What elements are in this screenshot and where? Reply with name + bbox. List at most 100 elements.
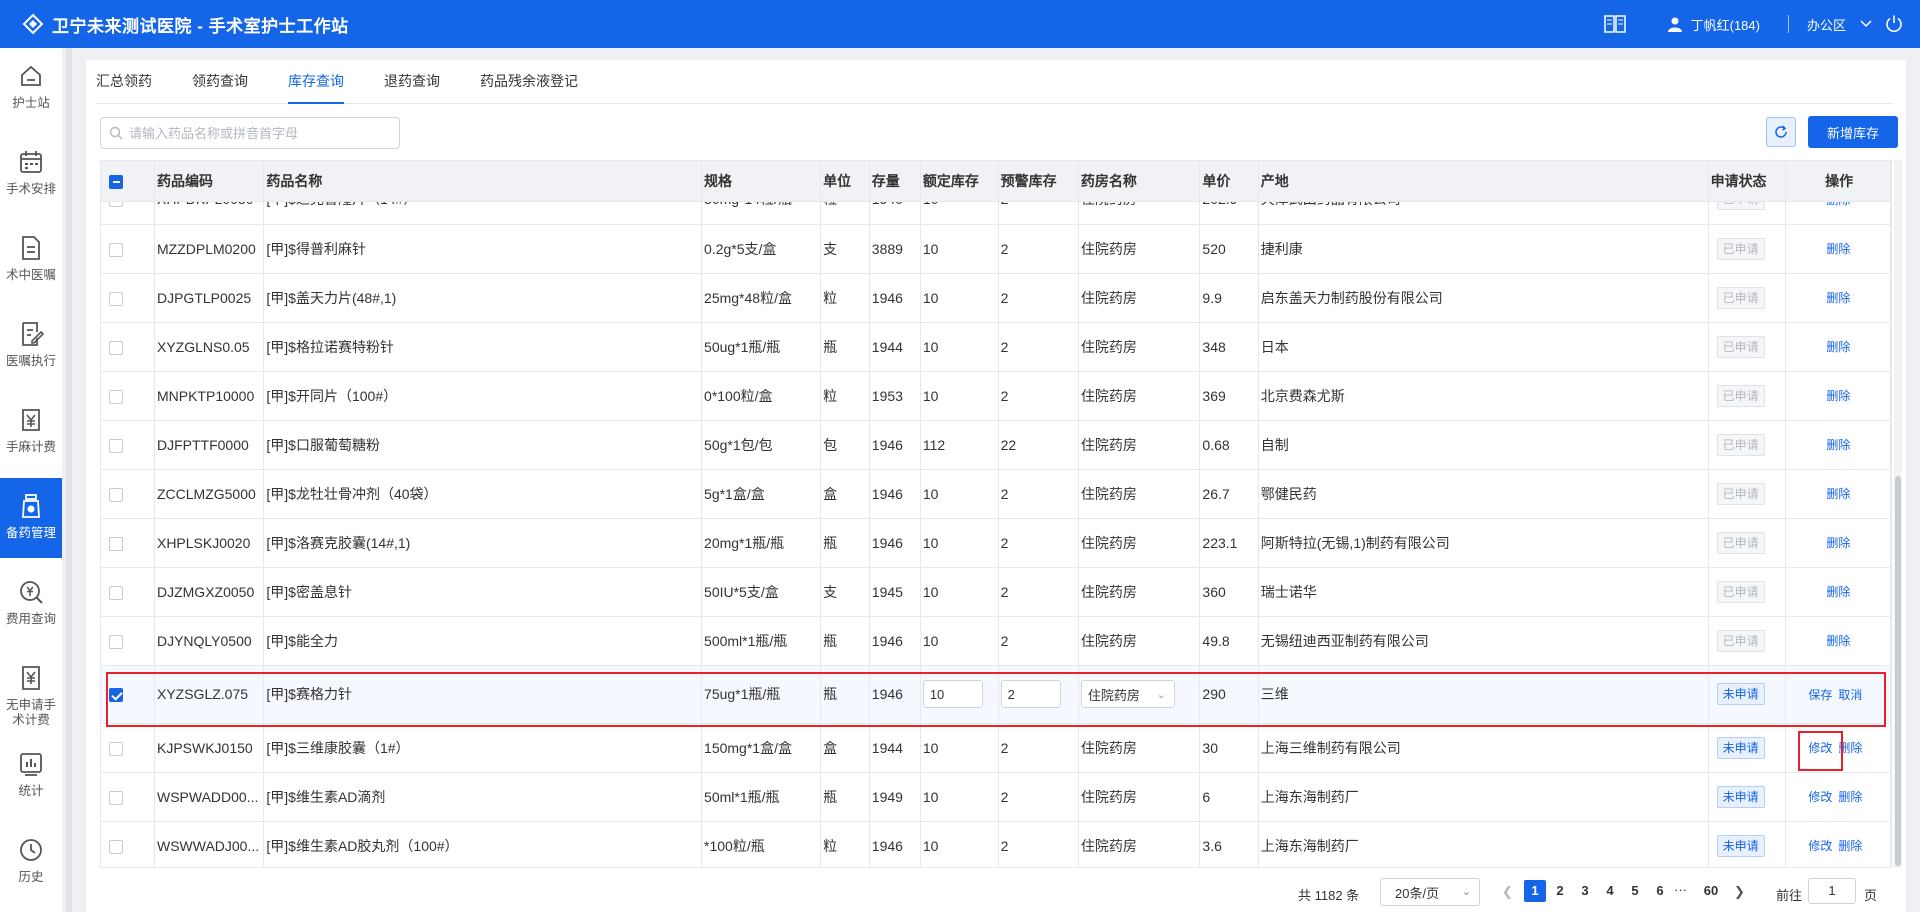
sidebar-item-statistics[interactable]: 统计: [0, 736, 62, 816]
row-checkbox[interactable]: [109, 389, 123, 404]
table-row[interactable]: DJZMGXZ0050 [甲]$密盖息针 50IU*5支/盒支 1945 10 2 住院药房…: [101, 567, 1891, 617]
delete-button[interactable]: 删除: [1826, 585, 1850, 599]
page-size-select[interactable]: 20条/页 ⌄: [1380, 878, 1480, 906]
page-button[interactable]: 3: [1574, 880, 1596, 902]
sidebar-item-drug-prep[interactable]: 备药管理: [0, 478, 62, 558]
delete-button[interactable]: 删除: [1826, 438, 1850, 452]
calendar-icon: [20, 151, 42, 173]
delete-button[interactable]: 删除: [1826, 201, 1850, 207]
delete-button[interactable]: 删除: [1838, 741, 1862, 755]
tab-summary-pickup[interactable]: 汇总领药: [96, 59, 152, 103]
table-row[interactable]: ZCCLMZG5000 [甲]$龙牡壮骨冲剂（40袋） 5g*1盒/盒盒 1946 10…: [101, 469, 1891, 519]
edit-button[interactable]: 修改: [1808, 741, 1832, 755]
actions-cell: 删除: [1785, 469, 1891, 519]
power-icon[interactable]: [1884, 14, 1904, 34]
row-checkbox[interactable]: [109, 291, 123, 306]
row-checkbox[interactable]: [109, 688, 123, 703]
row-checkbox[interactable]: [109, 242, 123, 257]
page-button[interactable]: 60: [1698, 880, 1724, 902]
page-button[interactable]: 6: [1649, 880, 1671, 902]
sidebar-item-no-request-billing[interactable]: 无申请手术计费: [0, 650, 62, 730]
book-icon[interactable]: [1603, 14, 1627, 34]
page-ellipsis[interactable]: ···: [1674, 882, 1687, 897]
table-row[interactable]: XHPLSKJ0020 [甲]$洛赛克胶囊(14#,1) 20mg*1瓶/瓶瓶 194…: [101, 518, 1891, 568]
cell-price: 6: [1199, 772, 1259, 822]
office-selector[interactable]: 办公区: [1807, 15, 1846, 34]
table-row[interactable]: DJPGTLP0025 [甲]$盖天力片(48#,1) 25mg*48粒/盒粒 194…: [101, 273, 1891, 323]
prev-page-button[interactable]: ❮: [1502, 884, 1513, 900]
row-checkbox[interactable]: [109, 634, 123, 649]
delete-button[interactable]: 删除: [1826, 389, 1850, 403]
cell-name: [甲]$盖天力片(48#,1): [263, 273, 703, 323]
table-scrollbar[interactable]: [1894, 160, 1902, 868]
table-body-viewport[interactable]: XHPDKPL0030[甲]$达克普隆片（14#）30mg*14粒/瓶粒1940…: [101, 201, 1891, 867]
page-button[interactable]: 4: [1599, 880, 1621, 902]
row-select-cell: [101, 821, 155, 867]
table-row[interactable]: XYZGLNS0.05 [甲]$格拉诺赛特粉针 50ug*1瓶/瓶瓶 1944 10 2 住…: [101, 322, 1891, 372]
save-button[interactable]: 保存: [1808, 688, 1832, 702]
delete-button[interactable]: 删除: [1826, 536, 1850, 550]
main-content: 汇总领药 领药查询 库存查询 退药查询 药品残余液登记 新增库存 药品编码 药品…: [86, 60, 1906, 912]
table-row[interactable]: MNPKTP10000 [甲]$开同片（100#） 0*100粒/盒粒 1953 10 2…: [101, 371, 1891, 421]
table-row[interactable]: WSPWADD00... [甲]$维生素AD滴剂 50ml*1瓶/瓶瓶 1949 10 2…: [101, 772, 1891, 822]
sidebar-item-anesthesia-billing[interactable]: 手麻计费: [0, 392, 62, 472]
user-icon: [1667, 17, 1682, 32]
goto-page-input[interactable]: 1: [1808, 878, 1856, 904]
pharmacy-select[interactable]: 住院药房 ⌄: [1080, 680, 1175, 708]
scrollbar-thumb[interactable]: [1895, 476, 1901, 866]
sidebar-item-surgery-schedule[interactable]: 手术安排: [0, 134, 62, 214]
row-checkbox[interactable]: [109, 438, 123, 453]
tab-pickup-query[interactable]: 领药查询: [192, 59, 248, 103]
row-checkbox[interactable]: [109, 790, 123, 805]
page-button[interactable]: 1: [1524, 880, 1546, 902]
column-header: 规格: [701, 161, 822, 202]
delete-button[interactable]: 删除: [1826, 487, 1850, 501]
search-input[interactable]: [129, 125, 389, 141]
table-row[interactable]: DJFPTTF0000 [甲]$口服葡萄糖粉 50g*1包/包包 1946 112 22 住…: [101, 420, 1891, 470]
row-checkbox[interactable]: [109, 487, 123, 502]
sidebar-item-nurse-station[interactable]: 护士站: [0, 48, 62, 128]
page-button[interactable]: 5: [1624, 880, 1646, 902]
sidebar-item-intraop-orders[interactable]: 术中医嘱: [0, 220, 62, 300]
row-checkbox[interactable]: [109, 585, 123, 600]
delete-button[interactable]: 删除: [1838, 790, 1862, 804]
delete-button[interactable]: 删除: [1826, 634, 1850, 648]
row-checkbox[interactable]: [109, 340, 123, 355]
delete-button[interactable]: 删除: [1826, 242, 1850, 256]
row-checkbox[interactable]: [109, 536, 123, 551]
page-button[interactable]: 2: [1549, 880, 1571, 902]
rated-stock-input[interactable]: 10: [922, 680, 983, 708]
add-inventory-button[interactable]: 新增库存: [1808, 116, 1898, 148]
row-select-cell: [101, 371, 155, 421]
tab-inventory-query[interactable]: 库存查询: [288, 59, 344, 104]
tab-residual-liquid[interactable]: 药品残余液登记: [480, 59, 578, 103]
sidebar-item-history[interactable]: 历史: [0, 822, 62, 902]
sidebar-item-fee-query[interactable]: 费用查询: [0, 564, 62, 644]
delete-button[interactable]: 删除: [1838, 839, 1862, 853]
edit-button[interactable]: 修改: [1808, 790, 1832, 804]
delete-button[interactable]: 删除: [1826, 340, 1850, 354]
table-row[interactable]: XYZSGLZ.075 [甲]$赛格力针 75ug*1瓶/瓶瓶 1946 10 2 住院药房…: [101, 665, 1891, 724]
table-row[interactable]: MZZDPLM0200 [甲]$得普利麻针 0.2g*5支/盒支 3889 10 2 住院药…: [101, 224, 1891, 274]
refresh-button[interactable]: [1766, 117, 1796, 147]
sidebar-scrollbar[interactable]: [66, 48, 72, 912]
row-checkbox[interactable]: [109, 741, 123, 756]
cell-warn: 2: [998, 518, 1079, 568]
cancel-button[interactable]: 取消: [1838, 688, 1862, 702]
select-all-checkbox[interactable]: [109, 174, 123, 189]
user-menu[interactable]: 丁帆红(184): [1667, 15, 1760, 34]
next-page-button[interactable]: ❯: [1734, 884, 1745, 900]
table-row[interactable]: DJYNQLY0500 [甲]$能全力 500ml*1瓶/瓶瓶 1946 10 2 住院药房…: [101, 616, 1891, 666]
table-row[interactable]: KJPSWKJ0150 [甲]$三维康胶囊（1#） 150mg*1盒/盒盒 1944 1…: [101, 723, 1891, 773]
table-row[interactable]: WSWWADJ00... [甲]$维生素AD胶丸剂（100#） *100粒/瓶粒 19…: [101, 821, 1891, 867]
chevron-down-icon[interactable]: [1860, 17, 1872, 31]
status-cell: 已申请: [1708, 322, 1787, 372]
row-checkbox[interactable]: [109, 839, 123, 854]
row-checkbox[interactable]: [109, 201, 123, 208]
edit-button[interactable]: 修改: [1808, 839, 1832, 853]
delete-button[interactable]: 删除: [1826, 291, 1850, 305]
tab-return-query[interactable]: 退药查询: [384, 59, 440, 103]
table-row[interactable]: XHPDKPL0030[甲]$达克普隆片（14#）30mg*14粒/瓶粒1940…: [101, 201, 1891, 225]
warning-stock-input[interactable]: 2: [1000, 680, 1061, 708]
sidebar-item-order-execution[interactable]: 医嘱执行: [0, 306, 62, 386]
